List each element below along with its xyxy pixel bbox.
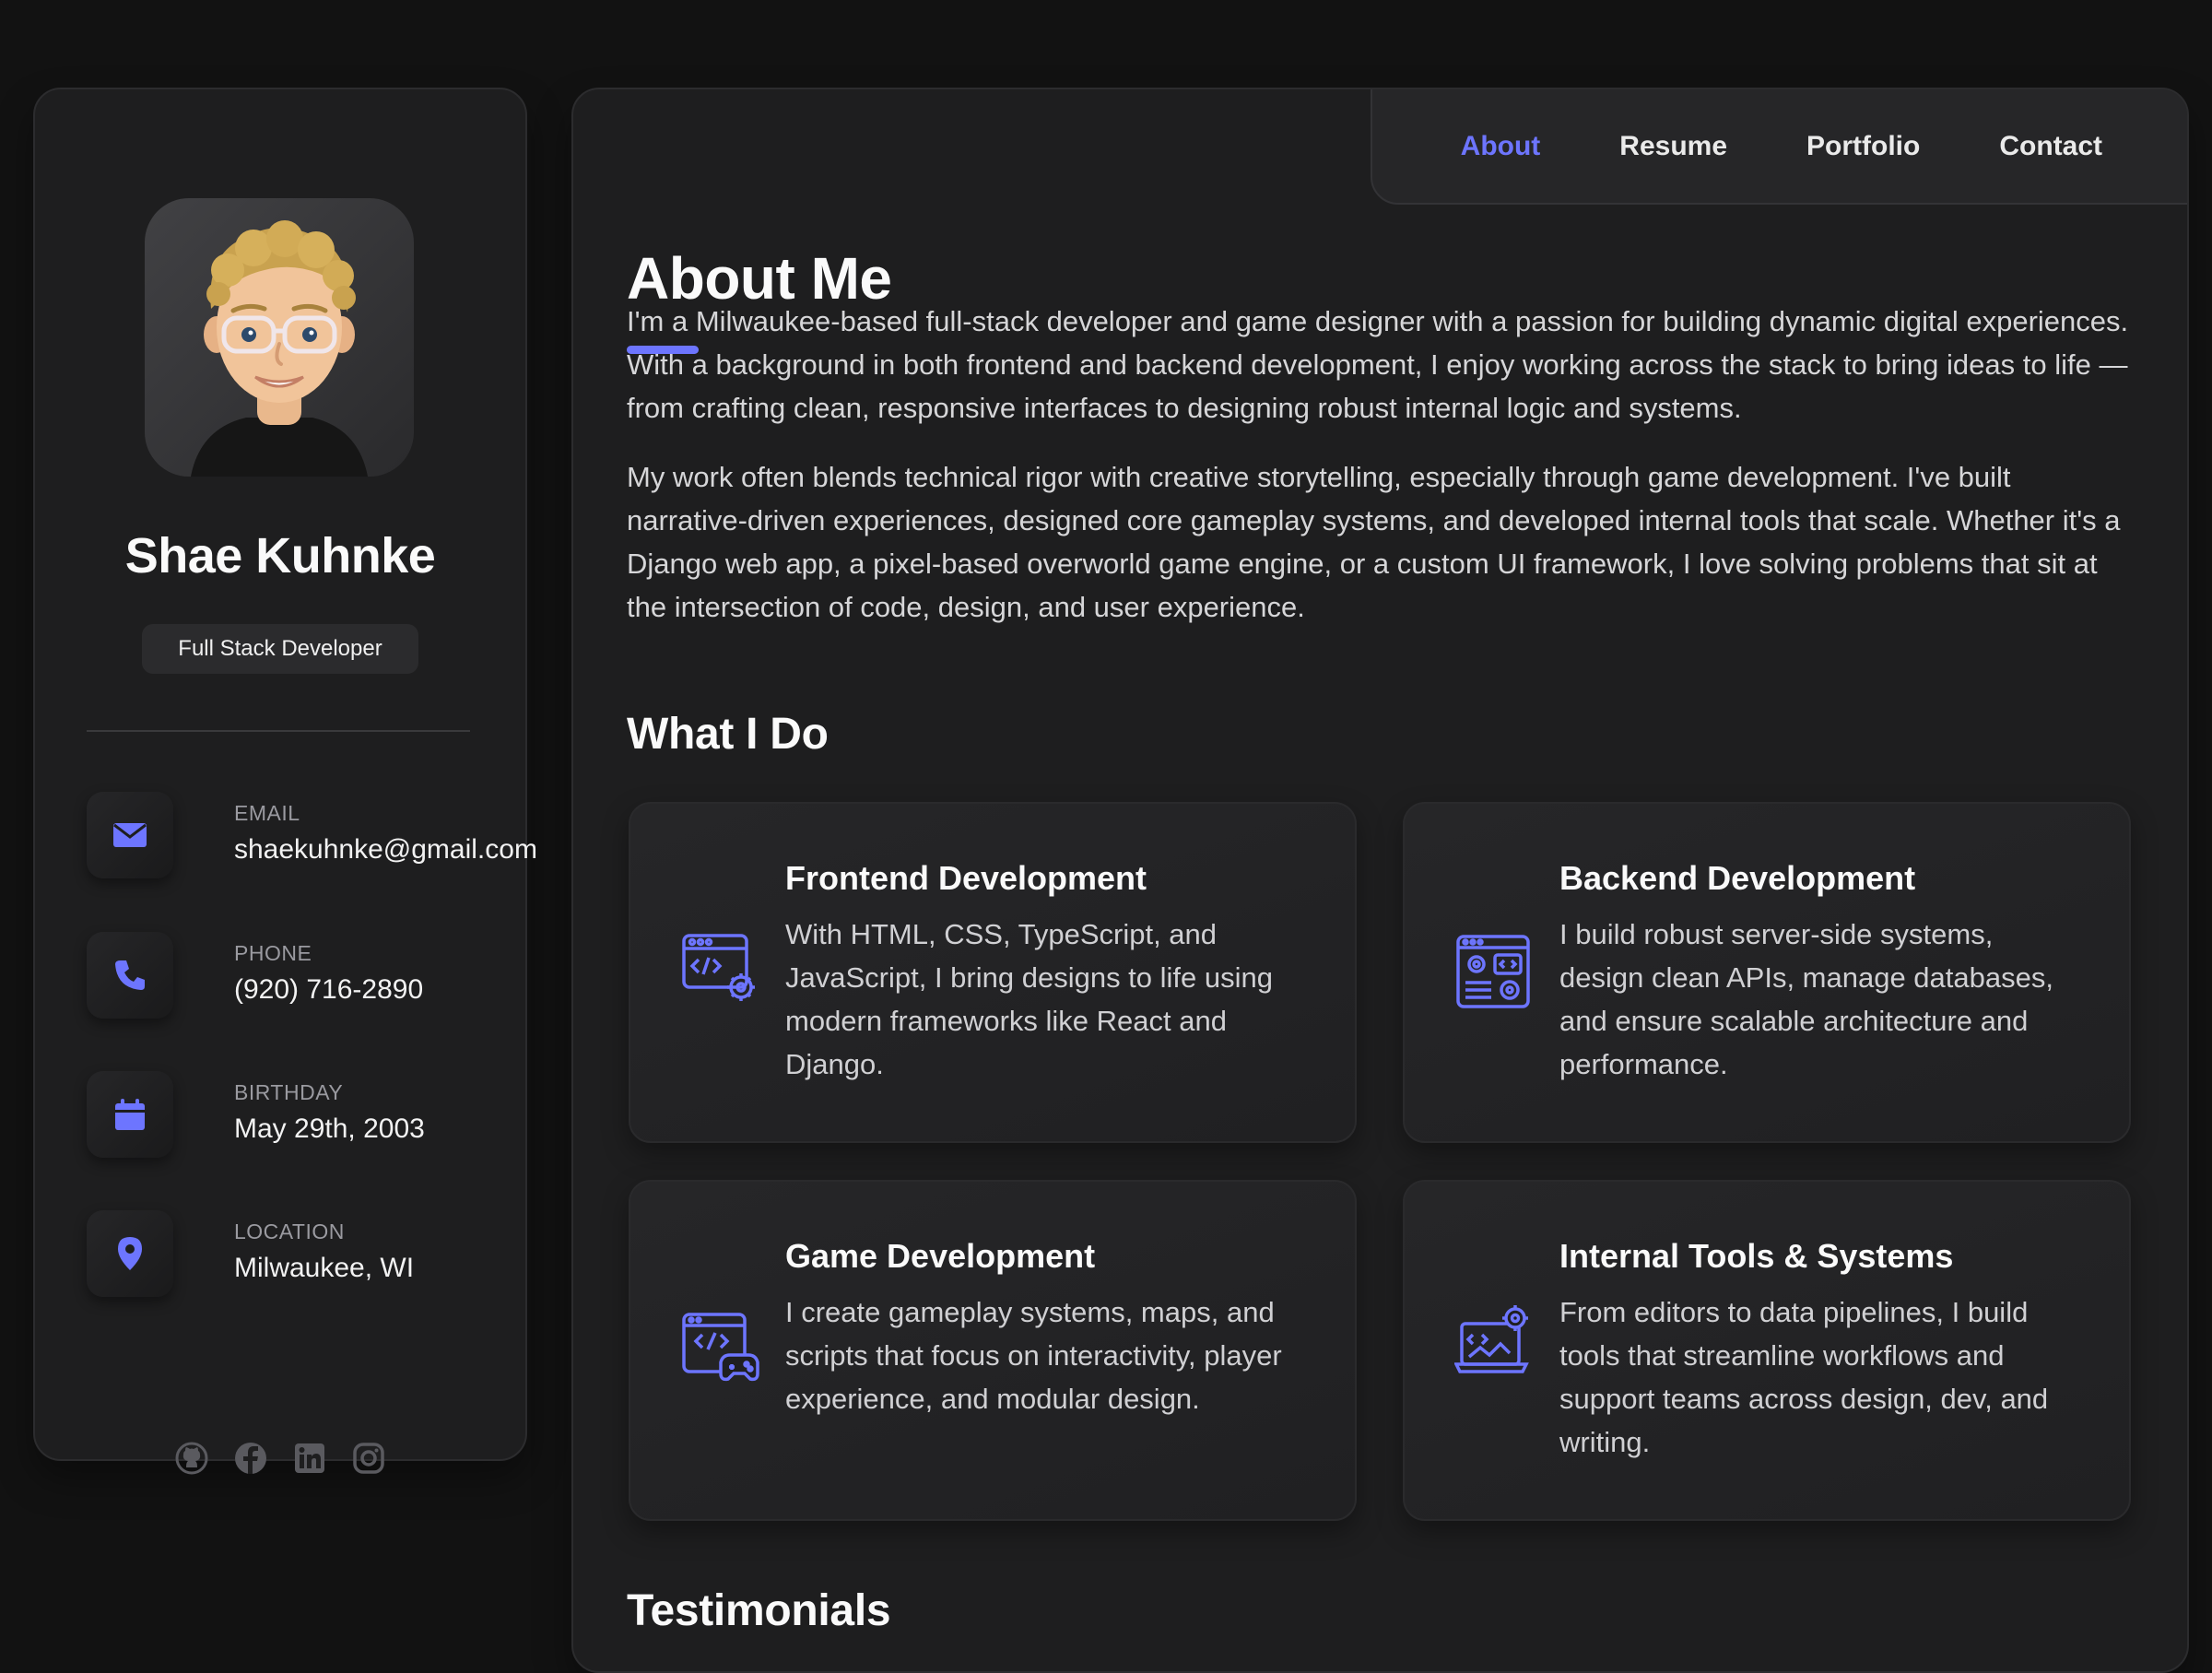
service-card-game: Game Development I create gameplay syste…	[629, 1180, 1357, 1521]
service-card-backend: Backend Development I build robust serve…	[1403, 802, 2131, 1143]
linkedin-icon[interactable]	[292, 1441, 327, 1476]
nav-about[interactable]: About	[1461, 131, 1541, 162]
avatar	[145, 198, 414, 477]
facebook-icon[interactable]	[233, 1441, 268, 1476]
card-title: Frontend Development	[785, 859, 1147, 897]
contact-label: EMAIL	[234, 801, 300, 825]
nav-contact[interactable]: Contact	[1999, 131, 2102, 162]
contact-label: LOCATION	[234, 1219, 345, 1243]
contact-label: BIRTHDAY	[234, 1080, 344, 1104]
card-text: I build robust server-side systems, desi…	[1559, 918, 2053, 1080]
about-paragraph-1: I'm a Milwaukee-based full-stack develop…	[627, 305, 2129, 424]
card-title: Backend Development	[1559, 859, 1916, 897]
calendar-icon	[87, 1071, 173, 1158]
email-link[interactable]: shaekuhnke@gmail.com	[234, 834, 537, 866]
social-links	[35, 1441, 525, 1476]
phone-link[interactable]: (920) 716-2890	[234, 974, 423, 1006]
birthday-value: May 29th, 2003	[234, 1113, 425, 1144]
location-value: Milwaukee, WI	[234, 1253, 415, 1283]
avatar-illustration	[191, 220, 368, 477]
phone-icon	[87, 932, 173, 1019]
laptop-gear-icon	[1453, 1302, 1534, 1381]
card-text: I create gameplay systems, maps, and scr…	[785, 1296, 1282, 1415]
nav-portfolio[interactable]: Portfolio	[1806, 131, 1920, 162]
main-panel: About Resume Portfolio Contact About Me …	[571, 88, 2189, 1673]
contact-label: PHONE	[234, 941, 312, 965]
section-title-what-i-do: What I Do	[627, 710, 829, 759]
role-badge: Full Stack Developer	[142, 624, 418, 674]
card-title: Game Development	[785, 1237, 1096, 1275]
code-gamepad-icon	[680, 1309, 759, 1388]
profile-name: Shae Kuhnke	[124, 528, 436, 583]
contact-phone: PHONE (920) 716-2890	[87, 932, 520, 1024]
map-pin-icon	[87, 1210, 173, 1297]
server-dashboard-icon	[1454, 933, 1534, 1012]
profile-sidebar: Shae Kuhnke Full Stack Developer EMAIL s…	[33, 88, 537, 1475]
contact-email: EMAIL shaekuhnke@gmail.com	[87, 792, 537, 884]
github-icon[interactable]	[174, 1441, 209, 1476]
section-title-testimonials: Testimonials	[627, 1586, 891, 1635]
contact-location: LOCATION Milwaukee, WI	[87, 1210, 520, 1302]
about-paragraph-2: My work often blends technical rigor wit…	[627, 461, 2121, 623]
service-card-frontend: Frontend Development With HTML, CSS, Typ…	[629, 802, 1357, 1143]
service-card-internal-tools: Internal Tools & Systems From editors to…	[1403, 1180, 2131, 1521]
nav-resume[interactable]: Resume	[1619, 131, 1727, 162]
envelope-icon	[87, 792, 173, 878]
contact-birthday: BIRTHDAY May 29th, 2003	[87, 1071, 520, 1163]
card-text: From editors to data pipelines, I build …	[1559, 1296, 2049, 1458]
top-nav: About Resume Portfolio Contact	[1371, 89, 2187, 205]
sidebar-divider	[87, 730, 470, 732]
card-title: Internal Tools & Systems	[1559, 1237, 1954, 1275]
web-code-gear-icon	[680, 928, 759, 1007]
instagram-icon[interactable]	[351, 1441, 386, 1476]
card-text: With HTML, CSS, TypeScript, and JavaScri…	[785, 918, 1273, 1080]
